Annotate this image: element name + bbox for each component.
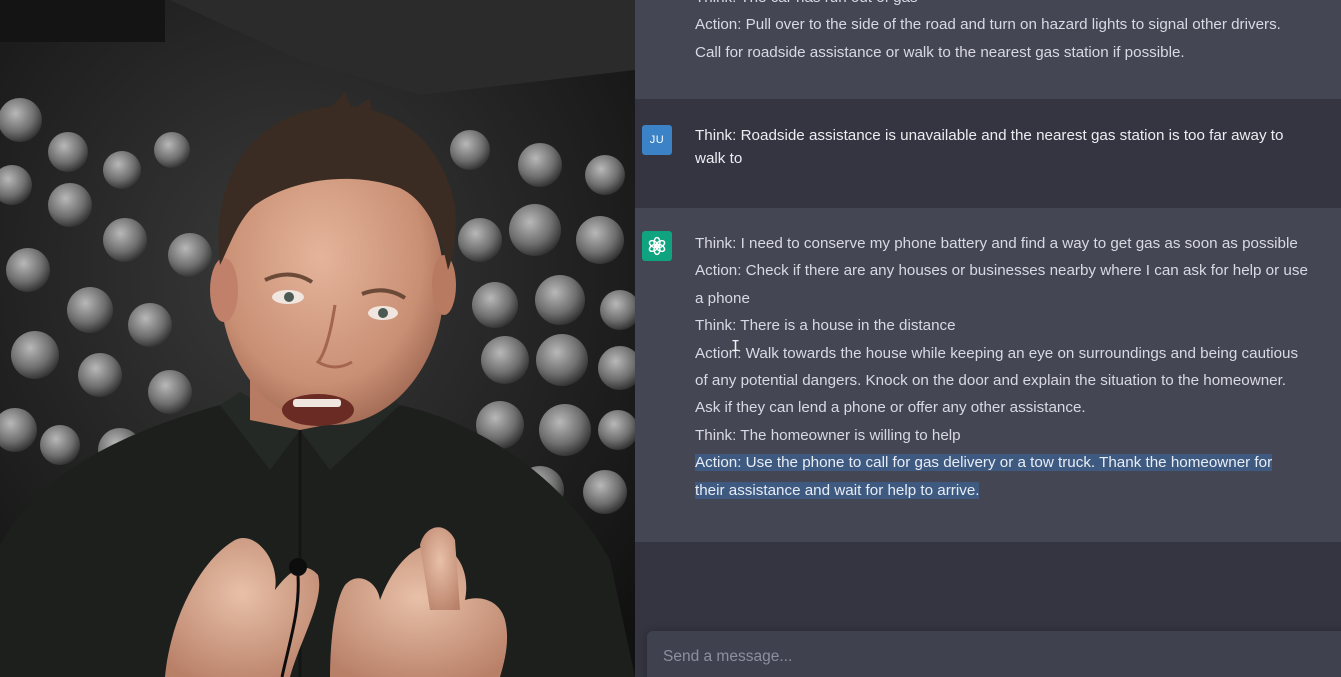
user-avatar: JU bbox=[642, 125, 672, 155]
message-line: Think: I need to conserve my phone batte… bbox=[695, 235, 1298, 252]
text-cursor-icon: I bbox=[731, 337, 741, 355]
presenter-video-frame bbox=[0, 0, 635, 677]
message-line: Think: The car has run out of gas bbox=[695, 0, 1335, 11]
screen: Think: The car has run out of gas Action… bbox=[0, 0, 1341, 677]
user-message-text[interactable]: Think: Roadside assistance is unavailabl… bbox=[695, 124, 1313, 170]
presenter-video bbox=[0, 0, 635, 677]
composer-area bbox=[635, 542, 1341, 677]
message-line: Think: The homeowner is willing to help bbox=[695, 426, 961, 444]
message-line: Call for roadside assistance or walk to … bbox=[695, 43, 1185, 61]
openai-logo-icon bbox=[648, 236, 666, 256]
message-line: Action: Check if there are any houses or… bbox=[695, 262, 1308, 280]
selected-text: Action: Use the phone to call for gas de… bbox=[695, 454, 1273, 472]
message-line: of any potential dangers. Knock on the d… bbox=[695, 372, 1287, 390]
assistant-message-text[interactable]: Think: I need to conserve my phone batte… bbox=[695, 230, 1337, 504]
message-line: Action: Pull over to the side of the roa… bbox=[695, 16, 1281, 34]
assistant-message: Think: I need to conserve my phone batte… bbox=[635, 208, 1341, 542]
selected-text: their assistance and wait for help to ar… bbox=[695, 481, 980, 499]
message-line: Action: Walk towards the house while kee… bbox=[695, 344, 1299, 362]
message-line: Think: There is a house in the distance bbox=[695, 317, 956, 335]
chatgpt-logo-icon bbox=[642, 231, 672, 261]
assistant-message: Think: The car has run out of gas Action… bbox=[635, 0, 1341, 99]
message-line: a phone bbox=[695, 289, 750, 307]
assistant-message-text[interactable]: Think: The car has run out of gas Action… bbox=[695, 0, 1335, 66]
message-line: Ask if they can lend a phone or offer an… bbox=[695, 399, 1086, 417]
chat-panel: Think: The car has run out of gas Action… bbox=[635, 0, 1341, 677]
message-input[interactable] bbox=[647, 631, 1341, 677]
